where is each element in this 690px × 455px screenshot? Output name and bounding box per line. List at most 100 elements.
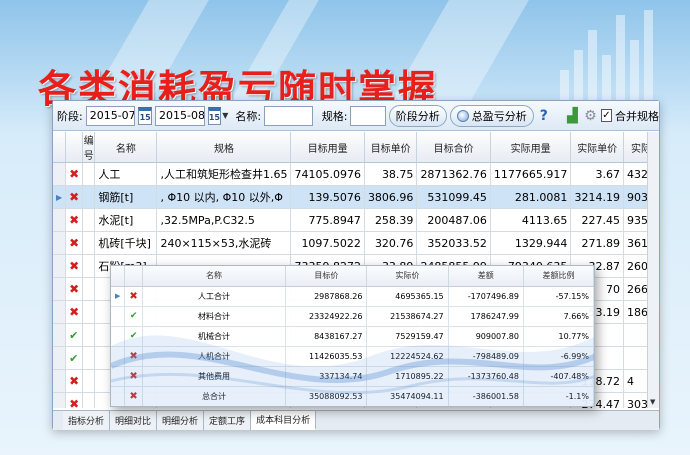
- target-price-cell[interactable]: 258.39: [364, 208, 418, 232]
- row-indicator[interactable]: [111, 386, 126, 406]
- spec-cell[interactable]: ,32.5MPa,P.C32.5: [156, 208, 292, 232]
- summary-actual-cell[interactable]: 4695365.15: [366, 286, 449, 307]
- summary-row[interactable]: ▶ ✖ 人工合计 2987868.26 4695365.15 -1707496.89 -57…: [111, 286, 594, 307]
- column-header[interactable]: [53, 132, 67, 163]
- name-input[interactable]: [264, 105, 313, 126]
- name-cell[interactable]: 钢筋[t]: [94, 185, 158, 209]
- code-cell[interactable]: [82, 300, 96, 324]
- summary-row[interactable]: ✔ 材料合计 23324922.26 21538674.27 1786247.99 7.6…: [111, 306, 594, 327]
- target-total-cell[interactable]: 352033.52: [416, 231, 491, 255]
- actual-price-cell[interactable]: 3214.19: [570, 185, 624, 209]
- column-header[interactable]: [111, 266, 126, 287]
- summary-name-cell[interactable]: 总合计: [142, 386, 287, 406]
- tab-item[interactable]: 明细分析: [157, 411, 205, 430]
- row-indicator[interactable]: [111, 366, 126, 387]
- summary-ratio-cell[interactable]: -6.99%: [523, 346, 594, 367]
- column-header[interactable]: 名称: [94, 132, 158, 163]
- chart-icon[interactable]: ▟: [565, 107, 580, 125]
- name-cell[interactable]: 人工: [94, 162, 158, 186]
- code-cell[interactable]: [82, 254, 96, 278]
- row-indicator[interactable]: [53, 254, 67, 278]
- column-header[interactable]: 目标单价: [364, 132, 418, 163]
- actual-price-cell[interactable]: 227.45: [570, 208, 624, 232]
- summary-actual-cell[interactable]: 7529159.47: [366, 326, 449, 347]
- code-cell[interactable]: [82, 346, 96, 370]
- spec-cell[interactable]: 240×115×53,水泥砖: [156, 231, 292, 255]
- end-date-input[interactable]: 2015-08-1: [154, 105, 205, 126]
- column-header[interactable]: 编号: [82, 132, 96, 163]
- scroll-down-icon[interactable]: ▼: [650, 398, 655, 406]
- spec-input[interactable]: [350, 105, 386, 126]
- summary-actual-cell[interactable]: 12224524.62: [366, 346, 449, 367]
- summary-target-cell[interactable]: 337134.74: [285, 366, 368, 387]
- target-price-cell[interactable]: 3806.96: [364, 185, 418, 209]
- target-qty-cell[interactable]: 139.5076: [290, 185, 365, 209]
- actual-price-cell[interactable]: 271.89: [570, 231, 624, 255]
- summary-diff-cell[interactable]: -1707496.89: [448, 286, 524, 307]
- name-cell[interactable]: 机砖[千块]: [94, 231, 158, 255]
- row-indicator[interactable]: [111, 346, 126, 367]
- code-cell[interactable]: [82, 231, 96, 255]
- column-header[interactable]: 实际用量: [490, 132, 572, 163]
- merge-spec-checkbox[interactable]: ✓: [600, 109, 612, 122]
- row-indicator[interactable]: [53, 208, 67, 232]
- gear-icon[interactable]: ⚙: [583, 107, 598, 125]
- tab-item[interactable]: 明细对比: [110, 411, 158, 430]
- summary-diff-cell[interactable]: -798489.09: [448, 346, 524, 367]
- column-header[interactable]: [65, 132, 84, 163]
- actual-qty-cell[interactable]: 1329.944: [490, 231, 572, 255]
- summary-name-cell[interactable]: 材料合计: [142, 306, 287, 327]
- summary-target-cell[interactable]: 11426035.53: [285, 346, 368, 367]
- summary-row[interactable]: ✖ 人机合计 11426035.53 12224524.62 -798489.09 -6.…: [111, 346, 594, 367]
- summary-ratio-cell[interactable]: -407.48%: [523, 366, 594, 387]
- summary-diff-cell[interactable]: 1786247.99: [448, 306, 524, 327]
- summary-diff-cell[interactable]: -386001.58: [448, 386, 524, 406]
- target-total-cell[interactable]: 2871362.76: [416, 162, 491, 186]
- stage-analysis-button[interactable]: 阶段分析: [388, 104, 447, 127]
- row-indicator[interactable]: [53, 277, 67, 301]
- profit-analysis-button[interactable]: 总盈亏分析: [449, 104, 534, 127]
- summary-target-cell[interactable]: 23324922.26: [285, 306, 368, 327]
- summary-row[interactable]: ✖ 总合计 35088092.53 35474094.11 -386001.58 -1.1…: [111, 386, 594, 406]
- summary-target-cell[interactable]: 35088092.53: [285, 386, 368, 406]
- code-cell[interactable]: [82, 185, 96, 209]
- row-indicator[interactable]: [111, 326, 126, 347]
- target-price-cell[interactable]: 38.75: [364, 162, 418, 186]
- column-header[interactable]: 差额: [448, 266, 524, 287]
- column-header[interactable]: 目标价: [285, 266, 368, 287]
- table-row[interactable]: ✖ 人工 ,人工和筑矩形检查井1.65 74105.0976 38.75 2871362.…: [53, 162, 659, 186]
- code-cell[interactable]: [82, 162, 96, 186]
- row-pointer-icon[interactable]: ▶: [111, 286, 126, 307]
- start-date-input[interactable]: 2015-07-18: [85, 105, 136, 126]
- summary-name-cell[interactable]: 人机合计: [142, 346, 287, 367]
- column-header[interactable]: 规格: [156, 132, 292, 163]
- row-indicator[interactable]: [53, 323, 67, 347]
- code-cell[interactable]: [82, 323, 96, 347]
- table-row[interactable]: ▶ ✖ 钢筋[t], Φ10 以内, Φ10 以外,Φ 139.5076 3806.96…: [53, 185, 659, 209]
- summary-target-cell[interactable]: 2987868.26: [285, 286, 368, 307]
- summary-ratio-cell[interactable]: 10.77%: [523, 326, 594, 347]
- summary-actual-cell[interactable]: 1710895.22: [366, 366, 449, 387]
- code-cell[interactable]: [82, 392, 96, 408]
- spec-cell[interactable]: ,人工和筑矩形检查井1.65: [156, 162, 292, 186]
- summary-actual-cell[interactable]: 35474094.11: [366, 386, 449, 406]
- actual-qty-cell[interactable]: 4113.65: [490, 208, 572, 232]
- summary-row[interactable]: ✖ 其他费用 337134.74 1710895.22 -1373760.48 -407.…: [111, 366, 594, 387]
- actual-qty-cell[interactable]: 1177665.917: [490, 162, 572, 186]
- summary-ratio-cell[interactable]: 7.66%: [523, 306, 594, 327]
- help-icon[interactable]: ?: [540, 108, 548, 124]
- column-header[interactable]: 实际单价: [570, 132, 624, 163]
- column-header[interactable]: 实际价: [366, 266, 449, 287]
- summary-ratio-cell[interactable]: -57.15%: [523, 286, 594, 307]
- target-qty-cell[interactable]: 74105.0976: [290, 162, 365, 186]
- target-qty-cell[interactable]: 1097.5022: [290, 231, 365, 255]
- tab-item[interactable]: 指标分析: [63, 411, 111, 430]
- code-cell[interactable]: [82, 369, 96, 393]
- row-indicator[interactable]: [53, 346, 67, 370]
- column-header[interactable]: 差额比例: [523, 266, 594, 287]
- summary-diff-cell[interactable]: 909007.80: [448, 326, 524, 347]
- calendar-icon[interactable]: 15: [138, 106, 152, 125]
- chevron-down-icon[interactable]: ▼: [222, 111, 228, 120]
- summary-target-cell[interactable]: 8438167.27: [285, 326, 368, 347]
- row-indicator[interactable]: [53, 369, 67, 393]
